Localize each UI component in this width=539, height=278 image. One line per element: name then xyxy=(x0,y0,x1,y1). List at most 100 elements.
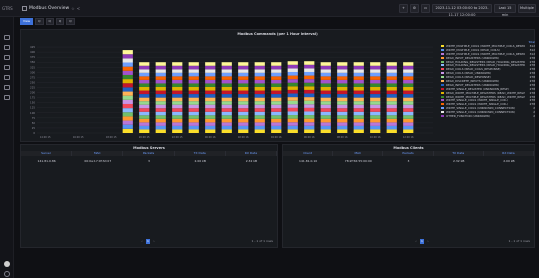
prev-page-button[interactable]: ‹ xyxy=(140,239,144,244)
toolbar-chip-4[interactable]: Q xyxy=(66,18,75,25)
bar-segment xyxy=(188,111,199,116)
user-avatar[interactable] xyxy=(4,261,10,267)
toolbar-chip-1[interactable]: Q xyxy=(35,18,44,25)
column-header[interactable]: Packets xyxy=(383,151,434,156)
bar-segment xyxy=(122,83,133,88)
app-logo[interactable]: GTRS xyxy=(2,2,16,15)
toolbar-chip-3[interactable]: Q xyxy=(55,18,65,25)
toolbar-chip-0[interactable]: View xyxy=(20,18,34,25)
bar-segment xyxy=(205,65,216,70)
bar-segment xyxy=(370,94,381,98)
bar-segment xyxy=(403,79,414,84)
prev-page-button[interactable]: ‹ xyxy=(414,239,418,244)
page-info: 1 - 1 of 1 rows xyxy=(251,239,274,243)
bar-segment xyxy=(122,70,133,75)
time-range-picker[interactable]: 2023-11-12 03:00:00 to 2023-11-17 12:00:… xyxy=(432,4,492,17)
bar-segment xyxy=(287,79,298,83)
bar-segment xyxy=(386,79,397,84)
column-header[interactable]: Client xyxy=(283,151,334,156)
bar-segment xyxy=(122,128,133,133)
column-header[interactable]: RX Data xyxy=(226,151,278,156)
column-header[interactable]: Packets xyxy=(123,151,175,156)
bar-segment xyxy=(221,83,232,87)
legend-swatch xyxy=(441,68,444,71)
bar-segment xyxy=(304,111,315,116)
y-tick-label: 75 xyxy=(32,116,36,120)
bar-segment xyxy=(221,72,232,77)
y-tick-label: 275 xyxy=(30,75,35,79)
bar-segment xyxy=(337,104,348,109)
bar-segment xyxy=(337,101,348,105)
column-header[interactable]: MAC xyxy=(72,151,124,156)
x-tick-label: 02:00 16 xyxy=(238,136,249,139)
dashboard-title[interactable]: Modbus Overview xyxy=(29,6,69,11)
share-icon[interactable]: < xyxy=(77,6,80,11)
bar-segment xyxy=(238,122,249,126)
bar-segment xyxy=(188,125,199,130)
bar-segment xyxy=(238,72,249,77)
star-icon[interactable]: ☆ xyxy=(71,6,75,11)
bar-segment xyxy=(287,64,298,69)
page-button[interactable]: 1 xyxy=(146,239,150,244)
bar-segment xyxy=(139,69,150,73)
table-row[interactable]: 141.81.0.86 00:0a:17:0f:3d:07 3 2.00 kB … xyxy=(21,159,277,164)
bar-segment xyxy=(271,108,282,112)
bar-segment xyxy=(188,101,199,105)
bar-segment xyxy=(337,129,348,133)
help-icon[interactable] xyxy=(4,271,10,277)
table-cell: 2.32 kB xyxy=(452,159,465,163)
column-header[interactable]: TX Data xyxy=(434,151,484,156)
alerting-icon[interactable] xyxy=(4,85,10,90)
connections-icon[interactable] xyxy=(4,95,10,100)
bar-segment xyxy=(221,125,232,130)
bar-segment xyxy=(353,79,364,84)
settings-icon[interactable]: ⚙ xyxy=(410,4,419,13)
y-tick-label: 325 xyxy=(30,65,35,69)
bar-segment xyxy=(221,90,232,95)
dashboards-nav-icon[interactable] xyxy=(4,65,10,70)
bar-segment xyxy=(304,68,315,72)
page-button[interactable]: 1 xyxy=(420,239,424,244)
bar-segment xyxy=(254,90,265,95)
starred-icon[interactable] xyxy=(4,55,10,60)
modbus-clients-panel: Modbus Clients Client MAC Packets TX Dat… xyxy=(282,144,535,248)
column-header[interactable]: MAC xyxy=(333,151,384,156)
bar-segment xyxy=(304,82,315,87)
legend-item[interactable]: OTHER_FUNCTION (UNKNOWN) 2 xyxy=(441,114,535,118)
tv-mode-icon[interactable]: ▭ xyxy=(421,4,430,13)
bar-segment xyxy=(238,79,249,84)
bar-segment xyxy=(337,115,348,119)
bar-segment xyxy=(353,97,364,102)
column-header[interactable]: TX Data xyxy=(175,151,226,156)
bar-segment xyxy=(320,62,331,66)
bar-segment xyxy=(386,69,397,73)
bar-segment xyxy=(320,69,331,73)
bar-segment xyxy=(386,104,397,109)
bar-segment xyxy=(320,90,331,95)
toolbar-chip-2[interactable]: Q xyxy=(45,18,54,25)
filter-dropdown[interactable]: Multiple xyxy=(518,4,536,13)
next-page-button[interactable]: › xyxy=(426,239,430,244)
x-tick-label: 16:00 15 xyxy=(73,136,84,139)
bar-segment xyxy=(155,69,166,73)
home-icon[interactable] xyxy=(4,35,10,40)
bar-segment xyxy=(205,101,216,105)
bar-segment xyxy=(353,62,364,66)
bar-segment xyxy=(304,104,315,108)
bar-segment xyxy=(320,125,331,130)
refresh-picker[interactable]: Last 15 min xyxy=(494,4,516,17)
table-cell: 00:0a:17:0f:3d:07 xyxy=(84,159,112,163)
search-icon[interactable] xyxy=(4,45,10,50)
bar-segment xyxy=(122,99,133,104)
table-row[interactable]: 141.81.0.10 78:2f:56:55:00:00 3 2.32 kB … xyxy=(283,159,534,164)
add-panel-button[interactable]: + xyxy=(399,4,408,13)
bar-segment xyxy=(155,90,166,95)
explore-icon[interactable] xyxy=(4,75,10,80)
column-header[interactable]: RX Data xyxy=(484,151,535,156)
table-cell: 2.00 kB xyxy=(503,159,515,163)
bar-segment xyxy=(320,115,331,119)
bar-segment xyxy=(271,104,282,109)
bar-segment xyxy=(353,129,364,133)
next-page-button[interactable]: › xyxy=(152,239,156,244)
column-header[interactable]: Server xyxy=(21,151,73,156)
